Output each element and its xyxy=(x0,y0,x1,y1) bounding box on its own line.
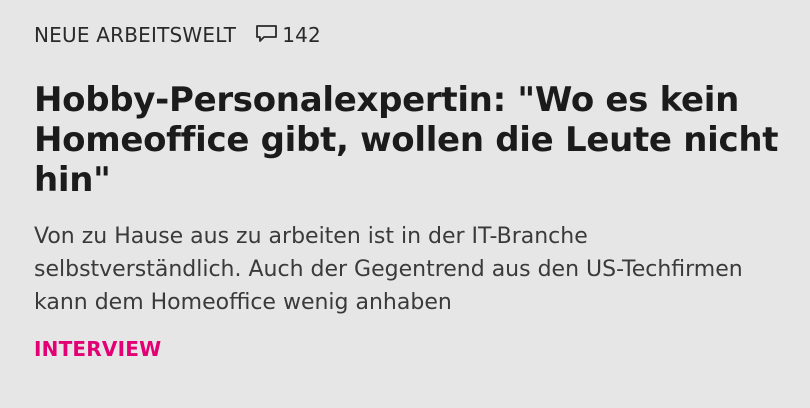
comment-count: 142 xyxy=(282,23,321,47)
comments-link[interactable]: 142 xyxy=(254,23,321,48)
article-teaser-card[interactable]: NEUE ARBEITSWELT 142 Hobby-Personalexper… xyxy=(0,0,810,408)
article-meta: NEUE ARBEITSWELT 142 xyxy=(34,20,780,50)
article-teaser-text: Von zu Hause aus zu arbeiten ist in der … xyxy=(34,224,743,315)
article-kicker[interactable]: NEUE ARBEITSWELT xyxy=(34,23,236,47)
comment-icon xyxy=(254,23,282,48)
article-headline[interactable]: Hobby-Personalexpertin: "Wo es kein Home… xyxy=(34,80,794,200)
article-type-tag[interactable]: INTERVIEW xyxy=(34,337,780,361)
